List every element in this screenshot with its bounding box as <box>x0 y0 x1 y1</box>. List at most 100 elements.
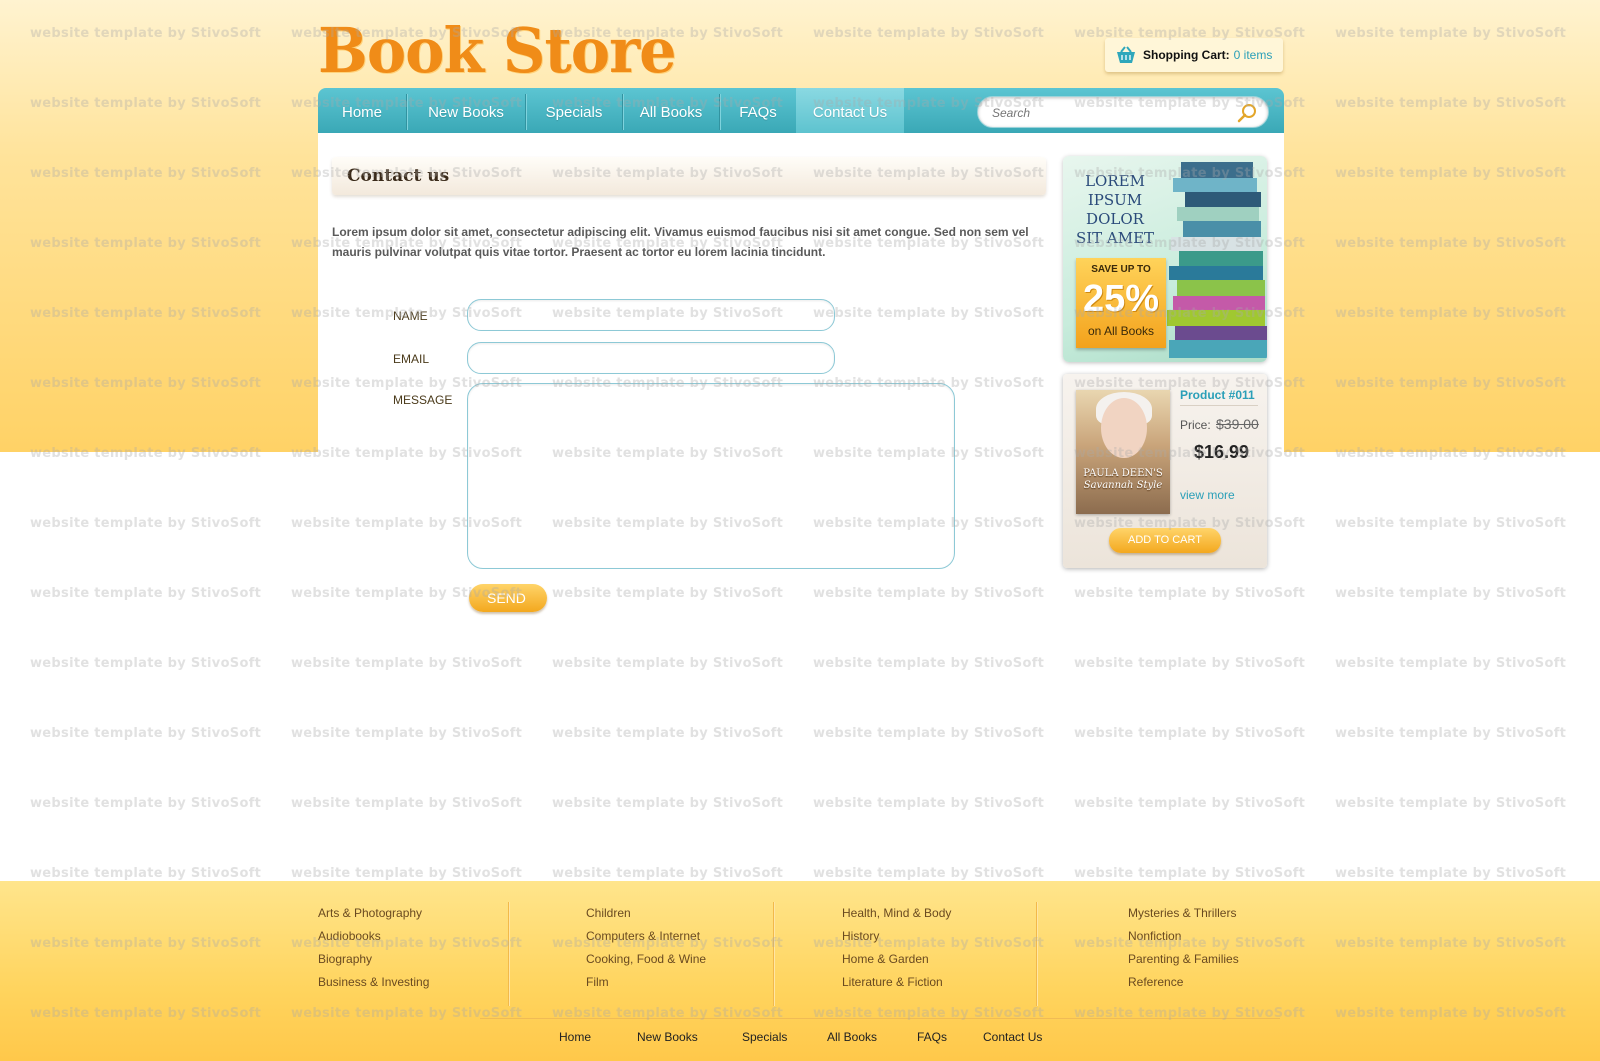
category-link[interactable]: Literature & Fiction <box>842 971 951 994</box>
send-button[interactable]: SEND <box>469 584 547 612</box>
category-link[interactable]: Biography <box>318 948 429 971</box>
nav-contact-us[interactable]: Contact Us <box>796 88 904 133</box>
watermark-text: website template by StivoSoft <box>1335 726 1567 741</box>
watermark-text: website template by StivoSoft <box>1074 796 1306 811</box>
magnifier-icon[interactable] <box>1236 102 1258 124</box>
watermark-text: website template by StivoSoft <box>1074 866 1306 881</box>
watermark-text: website template by StivoSoft <box>1335 796 1567 811</box>
email-label: EMAIL <box>393 352 430 366</box>
category-column: Arts & Photography Audiobooks Biography … <box>318 902 429 994</box>
nav-all-books[interactable]: All Books <box>623 88 719 133</box>
cover-title: PAULA DEEN'S Savannah Style <box>1076 468 1170 492</box>
watermark-text: website template by StivoSoft <box>813 866 1045 881</box>
category-link[interactable]: Home & Garden <box>842 948 951 971</box>
nav-specials[interactable]: Specials <box>526 88 622 133</box>
category-link[interactable]: Mysteries & Thrillers <box>1128 902 1239 925</box>
category-link[interactable]: Cooking, Food & Wine <box>586 948 706 971</box>
watermark-text: website template by StivoSoft <box>813 656 1045 671</box>
footer-divider <box>508 902 509 1006</box>
sale-price: $16.99 <box>1194 442 1250 462</box>
search-input[interactable] <box>990 102 1229 124</box>
category-column: Mysteries & Thrillers Nonfiction Parenti… <box>1128 902 1239 994</box>
product-divider <box>1180 405 1258 406</box>
cart-count-link[interactable]: 0 items <box>1234 48 1273 62</box>
shopping-basket-icon <box>1117 46 1135 63</box>
cover-subtitle-line: Savannah Style <box>1083 480 1163 491</box>
watermark-text: website template by StivoSoft <box>291 656 523 671</box>
watermark-text: website template by StivoSoft <box>30 656 262 671</box>
nav-new-books[interactable]: New Books <box>407 88 525 133</box>
page-title: Contact us <box>347 166 450 186</box>
footer-link-specials[interactable]: Specials <box>742 1030 787 1044</box>
promo-headline: LOREM IPSUM DOLOR SIT AMET <box>1075 172 1155 247</box>
product-name-link[interactable]: Product #011 <box>1180 388 1255 402</box>
category-link[interactable]: Reference <box>1128 971 1239 994</box>
watermark-text: website template by StivoSoft <box>30 726 262 741</box>
site-logo[interactable]: Book Store <box>318 14 677 87</box>
footer-line <box>480 1018 1280 1019</box>
watermark-text: website template by StivoSoft <box>291 796 523 811</box>
watermark-text: website template by StivoSoft <box>291 866 523 881</box>
promo-scope: on All Books <box>1087 324 1155 338</box>
promo-banner[interactable]: LOREM IPSUM DOLOR SIT AMET SAVE UP TO 25… <box>1063 156 1267 362</box>
product-cover-image[interactable]: PAULA DEEN'S Savannah Style <box>1076 390 1170 514</box>
category-link[interactable]: Parenting & Families <box>1128 948 1239 971</box>
watermark-text: website template by StivoSoft <box>1335 516 1567 531</box>
watermark-text: website template by StivoSoft <box>1335 656 1567 671</box>
name-field[interactable] <box>467 299 835 331</box>
category-link[interactable]: Children <box>586 902 706 925</box>
watermark-text: website template by StivoSoft <box>1074 586 1306 601</box>
email-field[interactable] <box>467 342 835 374</box>
nav-home[interactable]: Home <box>318 88 406 133</box>
category-column: Children Computers & Internet Cooking, F… <box>586 902 706 994</box>
footer-link-faqs[interactable]: FAQs <box>917 1030 947 1044</box>
category-link[interactable]: Arts & Photography <box>318 902 429 925</box>
page-title-bar: Contact us <box>332 157 1046 195</box>
category-link[interactable]: Business & Investing <box>318 971 429 994</box>
search-box <box>977 96 1269 128</box>
watermark-text: website template by StivoSoft <box>552 726 784 741</box>
book-stack-image <box>1167 162 1267 358</box>
watermark-text: website template by StivoSoft <box>30 516 262 531</box>
watermark-text: website template by StivoSoft <box>30 866 262 881</box>
category-link[interactable]: Audiobooks <box>318 925 429 948</box>
footer-link-contact-us[interactable]: Contact Us <box>983 1030 1042 1044</box>
nav-faqs[interactable]: FAQs <box>720 88 796 133</box>
category-link[interactable]: Nonfiction <box>1128 925 1239 948</box>
watermark-text: website template by StivoSoft <box>1074 656 1306 671</box>
name-label: NAME <box>393 309 428 323</box>
cart-label: Shopping Cart: <box>1143 48 1230 62</box>
watermark-text: website template by StivoSoft <box>552 656 784 671</box>
discount-badge: SAVE UP TO 25% on All Books <box>1076 258 1166 348</box>
view-more-link[interactable]: view more <box>1180 488 1235 502</box>
watermark-text: website template by StivoSoft <box>30 586 262 601</box>
intro-text: Lorem ipsum dolor sit amet, consectetur … <box>332 225 1029 259</box>
watermark-text: website template by StivoSoft <box>1074 726 1306 741</box>
watermark-text: website template by StivoSoft <box>552 796 784 811</box>
footer-link-new-books[interactable]: New Books <box>637 1030 698 1044</box>
message-label: MESSAGE <box>393 393 453 407</box>
category-link[interactable]: History <box>842 925 951 948</box>
category-link[interactable]: Health, Mind & Body <box>842 902 951 925</box>
footer-link-all-books[interactable]: All Books <box>827 1030 877 1044</box>
watermark-text: website template by StivoSoft <box>1335 866 1567 881</box>
featured-product-card: PAULA DEEN'S Savannah Style Product #011… <box>1063 374 1267 568</box>
watermark-text: website template by StivoSoft <box>291 726 523 741</box>
shopping-cart[interactable]: Shopping Cart: 0 items <box>1105 38 1283 72</box>
add-to-cart-button[interactable]: ADD TO CART <box>1109 528 1221 553</box>
footer-divider <box>1036 902 1037 1006</box>
watermark-text: website template by StivoSoft <box>1335 586 1567 601</box>
watermark-text: website template by StivoSoft <box>813 586 1045 601</box>
watermark-text: website template by StivoSoft <box>552 586 784 601</box>
promo-percent: 25% <box>1082 278 1160 320</box>
category-link[interactable]: Film <box>586 971 706 994</box>
footer-link-home[interactable]: Home <box>559 1030 591 1044</box>
message-field[interactable] <box>467 383 955 569</box>
watermark-text: website template by StivoSoft <box>813 796 1045 811</box>
promo-save-text: SAVE UP TO <box>1091 264 1151 275</box>
cover-title-line: PAULA DEEN'S <box>1083 468 1163 479</box>
watermark-text: website template by StivoSoft <box>552 866 784 881</box>
category-link[interactable]: Computers & Internet <box>586 925 706 948</box>
cover-portrait <box>1101 398 1147 458</box>
watermark-text: website template by StivoSoft <box>813 726 1045 741</box>
